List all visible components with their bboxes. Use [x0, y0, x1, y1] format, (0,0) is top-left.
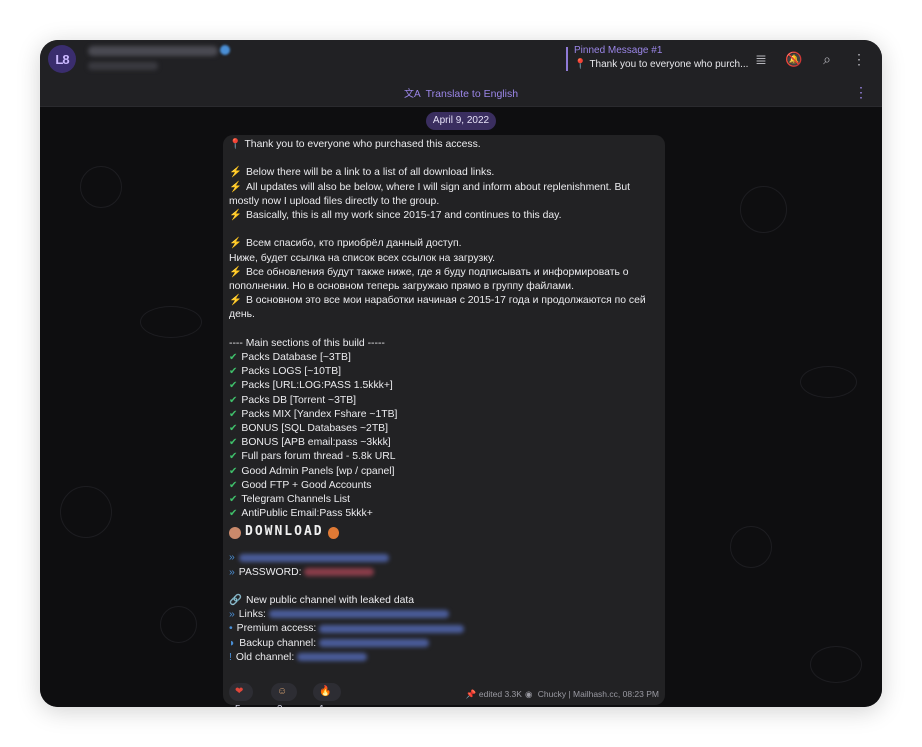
msg-line: ⚡ Below there will be a link to a list of…	[229, 167, 495, 179]
lightning-icon: ⚡	[229, 266, 242, 278]
exclamation-icon: !	[229, 651, 232, 663]
msg-line: ⚡ В основном это все мои наработки начина…	[229, 295, 646, 321]
verified-icon	[220, 45, 230, 55]
msg-line: 📍 Thank you to everyone who purchased thi…	[229, 139, 481, 150]
date-chip: April 9, 2022	[426, 112, 496, 130]
check-icon: ✔	[229, 394, 238, 406]
backup-url-redacted[interactable]	[319, 638, 430, 647]
old-row: ! Old channel:	[229, 651, 659, 665]
pinned-indicator	[566, 47, 568, 71]
check-icon: ✔	[229, 380, 238, 392]
lightning-icon: ⚡	[229, 238, 242, 250]
message-meta: 📌 edited 3.3K ◉ Chucky | Mailhash.cc, 08:…	[466, 689, 659, 700]
face-icon: ☺	[277, 686, 288, 697]
translate-label: Translate to English	[425, 88, 519, 100]
edited-label: edited	[478, 689, 503, 699]
password-row: » PASSWORD:	[229, 566, 659, 580]
pin-icon: 📌	[465, 689, 477, 699]
lightning-icon: ⚡	[229, 181, 242, 193]
pushpin-icon: 📍	[229, 139, 242, 150]
message-text: 📍 Thank you to everyone who purchased thi…	[229, 138, 659, 665]
double-arrow-icon: »	[229, 566, 235, 578]
sections-header: ---- Main sections of this build -----	[229, 337, 385, 349]
check-icon: ✔	[229, 508, 238, 520]
section-item: ✔ Packs [URL:LOG:PASS 1.5kkk+]	[229, 380, 393, 392]
fire-icon	[327, 526, 339, 539]
section-item: ✔ AntiPublic Email:Pass 5kkk+	[229, 508, 373, 520]
channel-subscribers-redacted	[88, 62, 158, 70]
lightning-icon: ⚡	[229, 167, 242, 179]
reaction-heart[interactable]: ❤5	[229, 683, 254, 707]
section-item: ✔ Packs Database [~3TB]	[229, 352, 351, 363]
backup-row: ◗ Backup channel:	[229, 637, 659, 651]
check-icon: ✔	[229, 352, 238, 363]
check-icon: ✔	[229, 423, 238, 435]
section-item: ✔ BONUS [SQL Databases ~2TB]	[229, 423, 388, 435]
pinned-list-icon[interactable]: ≣	[752, 50, 770, 68]
translate-icon: 文A	[403, 89, 421, 100]
telegram-window: L8 Pinned Message #1 📍 Thank you to every…	[40, 40, 882, 707]
translate-more-icon[interactable]: ⋮	[854, 84, 868, 101]
check-icon: ✔	[229, 494, 238, 506]
download-link-row: »	[229, 551, 659, 565]
double-arrow-icon: »	[229, 609, 235, 621]
channel-row: 🔗 New public channel with leaked data	[229, 595, 415, 607]
channel-name-redacted[interactable]	[88, 46, 218, 56]
more-vertical-icon[interactable]: ⋮	[850, 50, 868, 68]
section-item: ✔ Telegram Channels List	[229, 494, 350, 506]
views-count: 3.3K	[504, 689, 522, 699]
section-item: ✔ Packs DB [Torrent ~3TB]	[229, 394, 357, 406]
pinned-preview-text: Thank you to everyone who purch...	[589, 59, 749, 70]
password-redacted	[304, 567, 375, 576]
links-row: » Links:	[229, 608, 659, 622]
msg-line: ⚡ All updates will also be below, where I…	[229, 181, 631, 207]
message-bubble[interactable]: 📍 Thank you to everyone who purchased thi…	[223, 135, 665, 707]
msg-line: ⚡ Всем спасибо, кто приобрёл данный досту…	[229, 238, 462, 250]
section-item: ✔ Packs MIX [Yandex Fshare ~1TB]	[229, 408, 398, 420]
premium-row: • Premium access:	[229, 622, 659, 636]
links-url-redacted[interactable]	[268, 610, 449, 619]
lightning-icon: ⚡	[229, 295, 242, 307]
check-icon: ✔	[229, 437, 238, 449]
eye-icon: ◉	[524, 689, 533, 699]
link-icon: 🔗	[229, 595, 242, 607]
check-icon: ✔	[229, 465, 238, 477]
chat-header: L8 Pinned Message #1 📍 Thank you to every…	[40, 40, 882, 79]
search-icon[interactable]: ⌕	[818, 50, 836, 68]
lightning-icon: ⚡	[229, 210, 242, 221]
section-item: ✔ BONUS [APB email:pass ~3kkk]	[229, 437, 391, 449]
msg-line: Ниже, будет ссылка на список всех ссылок…	[229, 252, 495, 264]
pushpin-icon: 📍	[574, 59, 587, 70]
pinned-title: Pinned Message #1	[574, 45, 663, 56]
reaction-fire[interactable]: 🔥1	[313, 683, 342, 707]
bullet-icon: •	[229, 623, 233, 635]
msg-line: ⚡ Все обновления будут также ниже, где я …	[229, 266, 629, 292]
check-icon: ✔	[229, 451, 238, 463]
mute-bell-icon[interactable]: 🔕	[785, 50, 803, 68]
check-icon: ✔	[229, 479, 238, 491]
msg-line: ⚡ Basically, this is all my work since 20…	[229, 210, 562, 221]
check-icon: ✔	[229, 366, 238, 378]
fire-icon: 🔥	[319, 686, 332, 697]
section-item: ✔ Good Admin Panels [wp / cpanel]	[229, 465, 395, 477]
section-item: ✔ Good FTP + Good Accounts	[229, 479, 372, 491]
old-url-redacted[interactable]	[297, 653, 368, 662]
section-item: ✔ Full pars forum thread - 5.8k URL	[229, 451, 396, 463]
translate-button[interactable]: 文A Translate to English	[40, 85, 882, 100]
pinned-preview: 📍 Thank you to everyone who purch...	[574, 59, 748, 70]
reaction-face[interactable]: ☺3	[271, 683, 298, 707]
channel-avatar[interactable]: L8	[48, 45, 76, 73]
download-heading: DOWNLOAD	[229, 525, 659, 551]
translate-bar: 文A Translate to English ⋮	[40, 78, 882, 107]
author-time: Chucky | Mailhash.cc, 08:23 PM	[537, 689, 659, 699]
premium-url-redacted[interactable]	[319, 624, 465, 633]
signal-icon: ◗	[229, 637, 236, 649]
heart-icon: ❤	[235, 686, 244, 697]
check-icon: ✔	[229, 408, 238, 420]
double-arrow-icon: »	[229, 552, 235, 564]
skull-icon	[229, 526, 241, 539]
download-link-redacted[interactable]	[238, 553, 389, 562]
section-item: ✔ Packs LOGS [~10TB]	[229, 366, 342, 378]
